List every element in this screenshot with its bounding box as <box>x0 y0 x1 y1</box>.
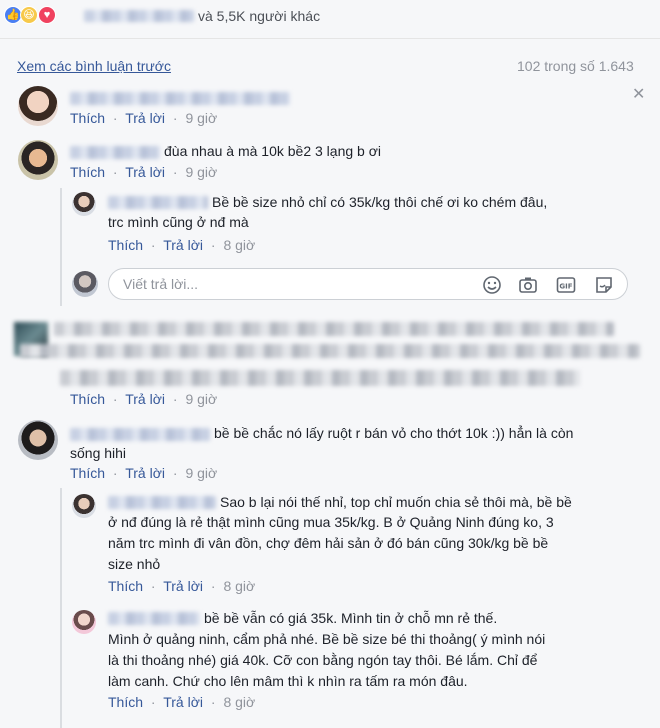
commenter-name-blurred[interactable] <box>70 92 290 105</box>
comment-text: sống hihi <box>70 445 127 461</box>
like-button[interactable]: Thích <box>70 391 105 407</box>
comment-text: đùa nhau à mà 10k bề2 3 lạng b ơi <box>164 143 382 159</box>
reply-button[interactable]: Trả lời <box>163 578 203 594</box>
current-user-avatar <box>72 271 98 297</box>
like-button[interactable]: Thích <box>70 465 105 481</box>
timestamp: 9 giờ <box>185 164 218 180</box>
avatar[interactable] <box>72 192 96 216</box>
camera-icon[interactable] <box>518 275 538 295</box>
reply-text: ở nđ đúng là rẻ thật mình cũng mua 35k/k… <box>108 514 554 530</box>
reactions-others-text[interactable]: và 5,5K người khác <box>198 8 320 24</box>
reply-text: Sao b lại nói thế nhỉ, top chỉ muốn chia… <box>220 494 572 510</box>
haha-icon: 😆 <box>20 6 38 24</box>
timestamp: 9 giờ <box>185 391 218 407</box>
timestamp: 8 giờ <box>223 578 256 594</box>
like-button[interactable]: Thích <box>108 694 143 710</box>
reply-text: bề bề vẫn có giá 35k. Mình tin ở chỗ mn … <box>204 610 498 626</box>
like-button[interactable]: Thích <box>108 237 143 253</box>
reply-button[interactable]: Trả lời <box>125 391 165 407</box>
reply-text: size nhỏ <box>108 556 161 572</box>
comment-actions: Thích · Trả lời · 9 giờ <box>70 465 218 481</box>
avatar[interactable] <box>18 140 58 180</box>
comment-actions: Thích · Trả lời · 9 giờ <box>70 164 218 180</box>
reply-button[interactable]: Trả lời <box>125 164 165 180</box>
comment-actions: Thích · Trả lời · 8 giờ <box>108 237 256 253</box>
like-button[interactable]: Thích <box>70 164 105 180</box>
avatar[interactable] <box>72 610 96 634</box>
comment-count: 102 trong số 1.643 <box>517 58 634 74</box>
reply-text: là thi thoảng nhé) giá 40k. Cỡ con bằng … <box>108 652 538 668</box>
timestamp: 9 giờ <box>185 110 218 126</box>
reply-input[interactable] <box>123 275 463 293</box>
reactions-bar[interactable]: 👍 😆 ♥ và 5,5K người khác <box>0 0 660 34</box>
like-button[interactable]: Thích <box>108 578 143 594</box>
blurred-comment-block <box>60 370 580 386</box>
blurred-comment-block <box>20 344 640 358</box>
like-button[interactable]: Thích <box>70 110 105 126</box>
view-previous-comments-link[interactable]: Xem các bình luận trước <box>17 58 171 74</box>
reactor-names-blurred <box>84 10 194 22</box>
commenter-name-blurred[interactable] <box>70 428 210 441</box>
reply-text: năm trc mình đi vân đồn, chợ đêm hải sản… <box>108 535 549 551</box>
emoji-icon[interactable] <box>482 275 502 295</box>
reply-button[interactable]: Trả lời <box>125 465 165 481</box>
reply-text: Bề bề size nhỏ chỉ có 35k/kg thôi chế ơi… <box>212 194 548 210</box>
reply-text: trc mình cũng ở nđ mà <box>108 214 249 230</box>
love-icon: ♥ <box>38 6 56 24</box>
divider <box>0 38 660 39</box>
comment-text: bề bề chắc nó lấy ruột r bán vỏ cho thớt… <box>214 425 574 441</box>
svg-text:GIF: GIF <box>559 283 572 291</box>
reply-button[interactable]: Trả lời <box>163 694 203 710</box>
comment-actions: Thích · Trả lời · 8 giờ <box>108 694 256 710</box>
reply-text: Mình ở quảng ninh, cẩm phả nhé. Bề bề si… <box>108 631 546 647</box>
comment-actions: Thích · Trả lời · 9 giờ <box>70 110 218 126</box>
reply-thread-line <box>60 188 62 306</box>
timestamp: 8 giờ <box>223 694 256 710</box>
timestamp: 9 giờ <box>185 465 218 481</box>
comment-actions: Thích · Trả lời · 8 giờ <box>108 578 256 594</box>
reply-text: làm canh. Chứ cho lên mâm thì k nhìn ra … <box>108 673 468 689</box>
timestamp: 8 giờ <box>223 237 256 253</box>
commenter-name-blurred[interactable] <box>108 612 200 625</box>
close-icon[interactable]: ✕ <box>632 84 645 104</box>
avatar[interactable] <box>18 420 58 460</box>
commenter-name-blurred[interactable] <box>108 496 216 509</box>
commenter-name-blurred[interactable] <box>108 196 208 209</box>
avatar[interactable] <box>72 494 96 518</box>
gif-icon[interactable]: GIF <box>556 275 576 295</box>
reply-input-box[interactable]: GIF <box>108 268 628 300</box>
reply-button[interactable]: Trả lời <box>125 110 165 126</box>
reply-thread-line <box>60 488 62 728</box>
avatar[interactable] <box>18 86 58 126</box>
comment-actions: Thích · Trả lời · 9 giờ <box>70 391 218 407</box>
reply-button[interactable]: Trả lời <box>163 237 203 253</box>
blurred-comment-block <box>54 322 614 336</box>
sticker-icon[interactable] <box>594 275 614 295</box>
commenter-name-blurred[interactable] <box>70 146 160 159</box>
